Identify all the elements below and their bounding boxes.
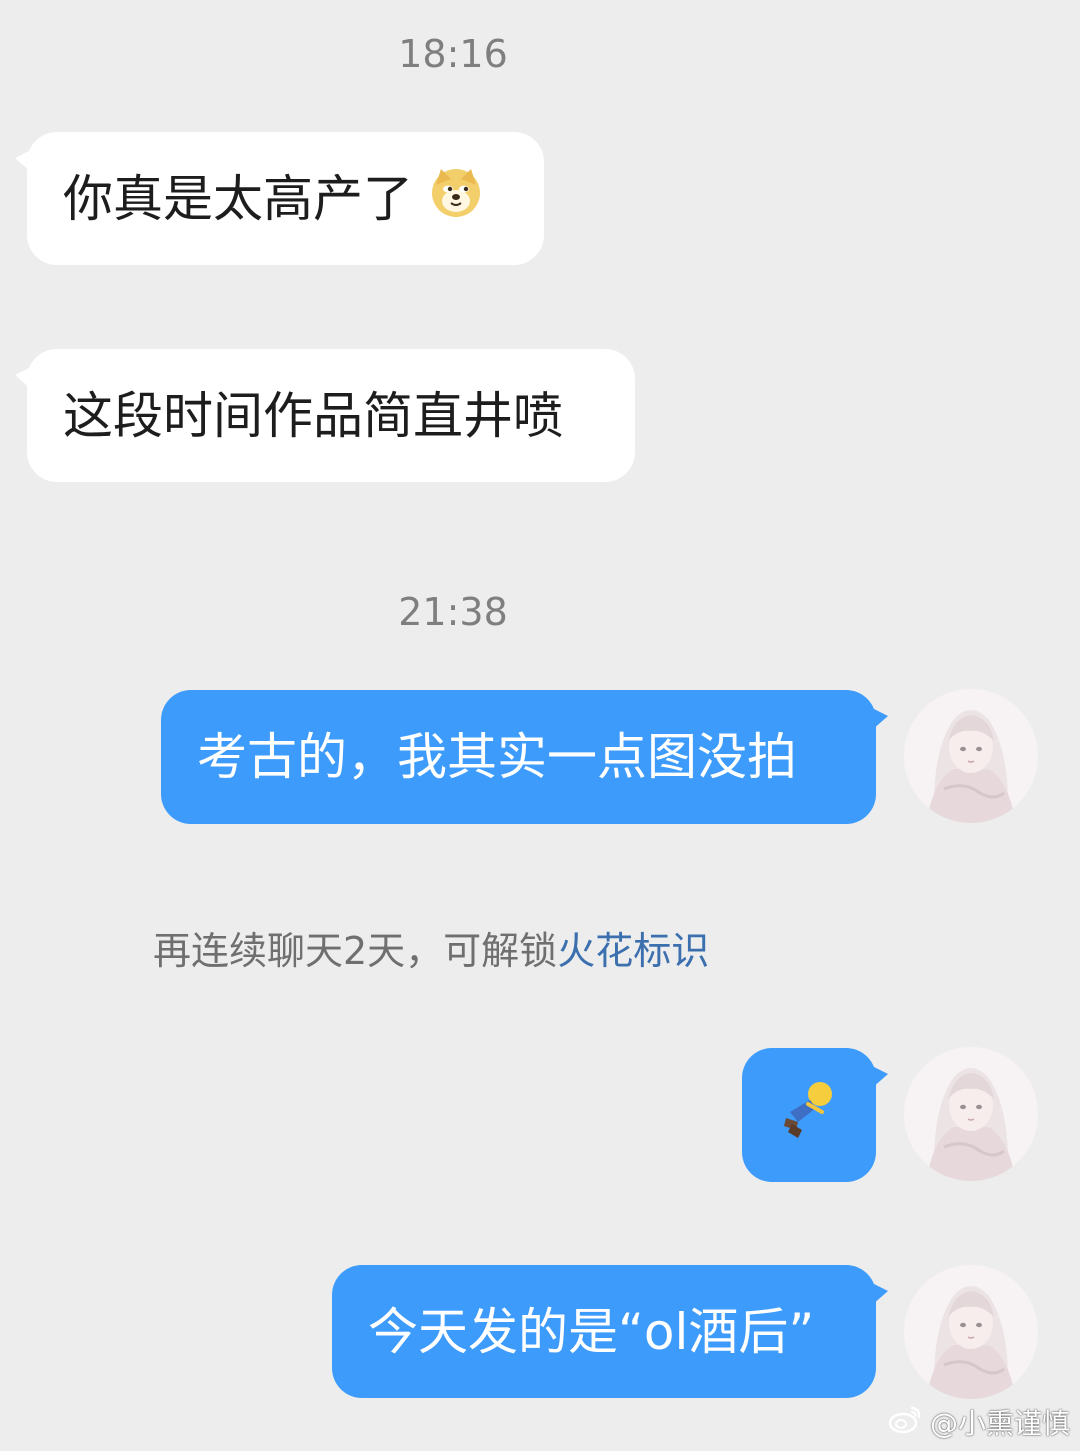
doge-emoji xyxy=(429,165,483,232)
message-text: 你真是太高产了 xyxy=(63,169,413,228)
outgoing-message-bubble[interactable] xyxy=(742,1048,888,1182)
weibo-icon xyxy=(888,1404,922,1443)
watermark: @小熏谨慎 xyxy=(888,1404,1070,1443)
incoming-message-bubble[interactable]: 你真是太高产了 xyxy=(15,132,544,265)
incoming-message-bubble[interactable]: 这段时间作品简直井喷 xyxy=(15,349,635,482)
timestamp: 18:16 xyxy=(398,32,508,76)
outgoing-message-bubble[interactable]: 考古的，我其实一点图没拍 xyxy=(161,690,888,824)
anime-girl-avatar xyxy=(904,1047,1038,1181)
timestamp: 21:38 xyxy=(398,590,508,634)
user-avatar[interactable] xyxy=(904,1047,1038,1181)
anime-girl-avatar xyxy=(904,689,1038,823)
message-text: 考古的，我其实一点图没拍 xyxy=(197,728,797,786)
message-text: 这段时间作品简直井喷 xyxy=(63,386,563,445)
user-avatar[interactable] xyxy=(904,689,1038,823)
spark-badge-link[interactable]: 火花标识 xyxy=(557,929,709,973)
anime-girl-avatar xyxy=(904,1265,1038,1399)
spark-unlock-notice: 再连续聊天2天，可解锁火花标识 xyxy=(153,926,709,976)
outgoing-message-bubble[interactable]: 今天发的是“ol酒后” xyxy=(332,1265,888,1398)
message-text: 今天发的是“ol酒后” xyxy=(368,1302,815,1361)
lying-down-man-emoji xyxy=(778,1078,840,1153)
notice-text: 再连续聊天2天，可解锁 xyxy=(153,929,558,973)
user-avatar[interactable] xyxy=(904,1265,1038,1399)
watermark-text: @小熏谨慎 xyxy=(929,1406,1070,1440)
